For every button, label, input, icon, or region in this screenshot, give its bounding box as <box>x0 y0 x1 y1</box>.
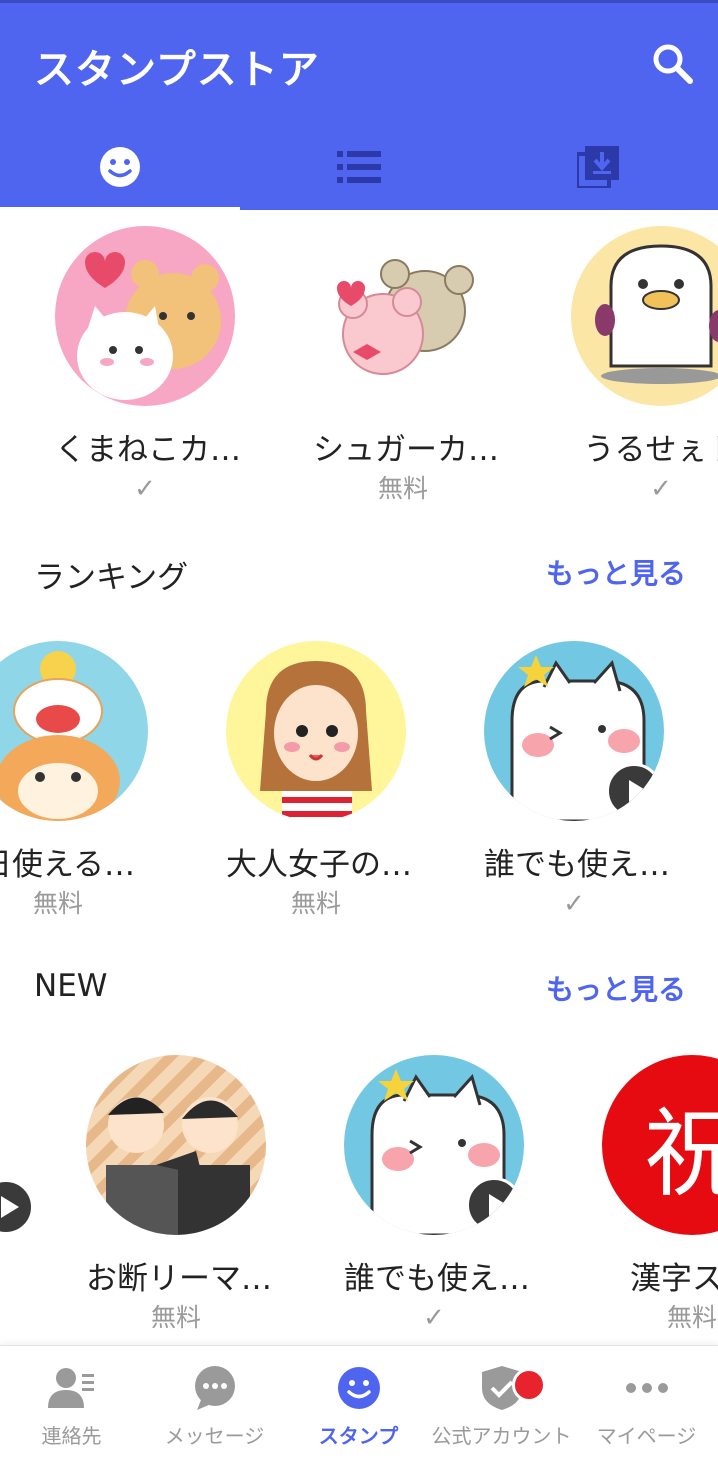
owned-check-icon: ✓ <box>650 474 672 504</box>
sticker-thumbnail <box>313 226 493 406</box>
more-dots-icon <box>625 1383 668 1393</box>
sticker-thumbnail <box>484 641 664 821</box>
owned-check-icon: ✓ <box>563 889 585 919</box>
sticker-thumbnail <box>344 1055 524 1235</box>
sticker-name: 誰でも使え… <box>344 1261 530 1297</box>
active-tab-indicator <box>0 207 240 213</box>
sticker-glyph: 祝 <box>644 1097 718 1210</box>
notification-badge <box>512 1368 546 1402</box>
nav-stickers[interactable]: スタンプ <box>287 1346 430 1462</box>
sticker-thumbnail <box>86 1055 266 1235</box>
sticker-thumbnail: 祝 <box>602 1055 718 1235</box>
sticker-item[interactable]: 誰でも使え… ✓ <box>484 641 670 922</box>
nav-messages[interactable]: メッセージ <box>143 1346 286 1462</box>
sticker-item[interactable]: シュガーカ… 無料 <box>313 226 499 507</box>
sticker-item[interactable]: うるせぇト ✓ <box>571 226 718 507</box>
sticker-thumbnail <box>226 641 406 821</box>
smiley-icon <box>99 147 140 187</box>
sticker-name: お断リーマ… <box>86 1261 272 1297</box>
sticker-item[interactable]: 祝 漢字スタ 無料 <box>602 1055 718 1336</box>
play-animation-icon[interactable] <box>0 1179 34 1235</box>
page-title: スタンプストア <box>34 47 320 93</box>
sticker-thumbnail <box>0 641 148 821</box>
price-label: 無料 <box>290 889 341 918</box>
featured-row: くまねこカ… ✓ シュガーカ… 無料 うるせぇ ✓ <box>0 226 718 516</box>
sticker-thumbnail <box>55 226 235 406</box>
nav-my-page[interactable]: マイページ <box>575 1346 718 1462</box>
play-animation-icon[interactable] <box>606 763 662 819</box>
sticker-name: うるせぇト <box>583 432 718 468</box>
sticker-name: 誰でも使え… <box>484 847 670 883</box>
contacts-icon <box>47 1368 94 1408</box>
new-row: お断リーマ… 無料 誰でも使え… ✓ 祝 漢字スタ 無料 <box>0 1055 718 1345</box>
tab-my-stickers[interactable] <box>478 121 717 213</box>
sticker-item[interactable]: 誰でも使え… ✓ <box>344 1055 530 1336</box>
nav-label: マイページ <box>596 1424 697 1448</box>
nav-label: スタンプ <box>318 1424 399 1448</box>
sticker-name: シュガーカ… <box>313 432 499 468</box>
nav-label: メッセージ <box>164 1424 265 1448</box>
nav-label: 公式アカウント <box>431 1424 572 1448</box>
price-label: 無料 <box>377 474 428 503</box>
nav-official-accounts[interactable]: 公式アカウント <box>430 1346 573 1462</box>
ranking-row: 日使える… 無料 大人女子の… 無料 <box>0 641 718 931</box>
section-title-ranking: ランキング <box>34 560 189 596</box>
sticker-item[interactable]: 大人女子の… 無料 <box>226 641 412 922</box>
sticker-item[interactable]: 日使える… 無料 <box>0 641 148 922</box>
smiley-icon <box>337 1367 380 1409</box>
bottom-navigation: 連絡先 メッセージ スタンプ 公式アカウント マイページ <box>0 1345 718 1462</box>
app-header: スタンプストア <box>0 0 718 213</box>
section-title-new: NEW <box>34 968 108 1004</box>
nav-contacts[interactable]: 連絡先 <box>0 1346 143 1462</box>
sticker-item[interactable]: お断リーマ… 無料 <box>86 1055 272 1336</box>
chat-bubble-icon <box>194 1366 235 1410</box>
ranking-more-link[interactable]: もっと見る <box>546 552 686 592</box>
play-animation-icon[interactable] <box>466 1177 522 1233</box>
sticker-name: くまねこカ… <box>55 432 241 468</box>
sticker-name: 漢字スタ <box>630 1261 718 1297</box>
price-label: 無料 <box>666 1303 717 1332</box>
nav-label: 連絡先 <box>41 1424 102 1448</box>
search-icon[interactable] <box>650 41 694 85</box>
sticker-thumbnail <box>571 226 718 406</box>
new-more-link[interactable]: もっと見る <box>546 968 686 1008</box>
sticker-name: 日使える… <box>0 847 136 883</box>
owned-check-icon: ✓ <box>134 474 156 504</box>
price-label: 無料 <box>150 1303 201 1332</box>
tab-sticker-home[interactable] <box>0 121 239 213</box>
tab-category-list[interactable] <box>239 121 478 213</box>
sticker-name: 大人女子の… <box>226 847 412 883</box>
sticker-item[interactable]: くまねこカ… ✓ <box>55 226 241 507</box>
download-library-icon <box>576 146 619 188</box>
owned-check-icon: ✓ <box>423 1303 445 1333</box>
list-icon <box>336 151 381 183</box>
price-label: 無料 <box>32 889 83 918</box>
